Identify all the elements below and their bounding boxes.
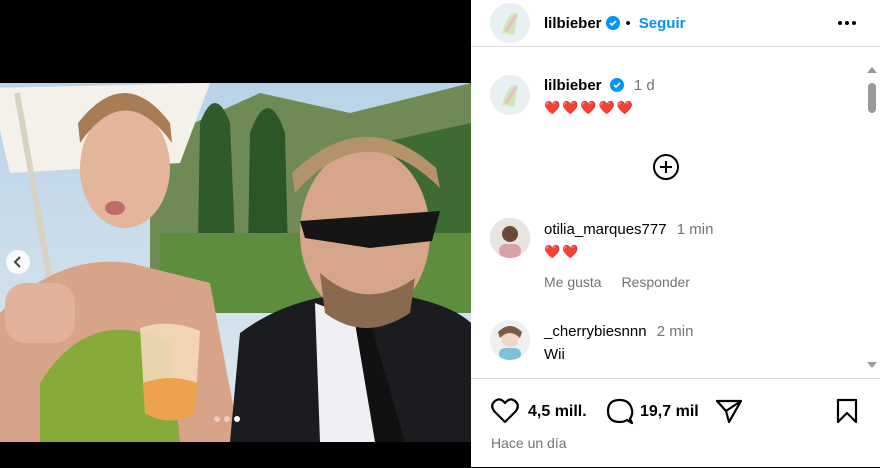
scrollbar-track [867,67,877,368]
chevron-left-icon [13,256,21,268]
comment-age: 2 min [656,323,694,340]
post-timestamp: Hace un día [491,435,567,451]
caption: lilbieber 1 d ❤️❤️❤️❤️❤️ [490,75,655,116]
carousel-indicators [214,416,240,422]
author-username[interactable]: lilbieber [544,15,602,32]
verified-icon [609,78,624,92]
avatar-art [490,3,530,43]
comment-username[interactable]: otilia_marques777 [544,221,667,238]
more-icon[interactable] [838,16,858,30]
scroll-thumb [868,83,876,113]
caption-text: ❤️❤️❤️❤️❤️ [544,100,635,115]
like-icon[interactable] [491,398,519,424]
carousel-dot [214,416,220,422]
caption-avatar[interactable] [490,75,530,115]
post-photo[interactable] [0,83,471,442]
follow-button[interactable]: Seguir [639,15,686,32]
likes-count[interactable]: 4,5 mill. [528,403,587,421]
comments-list[interactable]: lilbieber 1 d ❤️❤️❤️❤️❤️ otilia_marques7… [471,61,863,376]
separator-dot: • [625,14,631,32]
media-area [0,0,471,467]
avatar-art [490,218,530,258]
comment-text: ❤️❤️ [544,244,581,259]
comment-item: _cherrybiesnnn 2 min Wii [490,320,693,363]
comment-item: otilia_marques777 1 min ❤️❤️ Me gusta Re… [490,218,713,290]
verified-icon [605,16,620,30]
carousel-dot [224,416,230,422]
comment-icon[interactable] [606,398,634,425]
commenter-avatar[interactable] [490,320,530,360]
carousel-dot [234,416,240,422]
save-icon[interactable] [835,398,859,424]
share-icon[interactable] [715,398,743,424]
comments-count[interactable]: 19,7 mil [640,403,699,421]
comment-age: 1 min [676,221,714,238]
post-actions-bar: 4,5 mill. 19,7 mil Hace un día [471,378,880,468]
add-comment-icon[interactable] [651,152,681,182]
comment-text: Wii [544,346,565,363]
comment-reply-button[interactable]: Responder [621,274,690,290]
scroll-down-icon [867,362,877,368]
comment-like-button[interactable]: Me gusta [544,274,602,290]
post-header: lilbieber • Seguir [471,0,880,47]
photo-illustration [0,83,471,442]
avatar-art [490,75,530,115]
comments-scrollbar[interactable] [864,61,880,376]
previous-slide-button[interactable] [6,250,30,274]
commenter-avatar[interactable] [490,218,530,258]
caption-age: 1 d [633,77,655,94]
post-panel: lilbieber • Seguir lilbieber 1 d ❤️❤️❤️❤… [471,0,880,467]
avatar-art [490,320,530,360]
comment-username[interactable]: _cherrybiesnnn [544,323,647,340]
scroll-up-icon [867,67,877,73]
author-avatar[interactable] [490,3,530,43]
caption-username[interactable]: lilbieber [544,77,602,94]
